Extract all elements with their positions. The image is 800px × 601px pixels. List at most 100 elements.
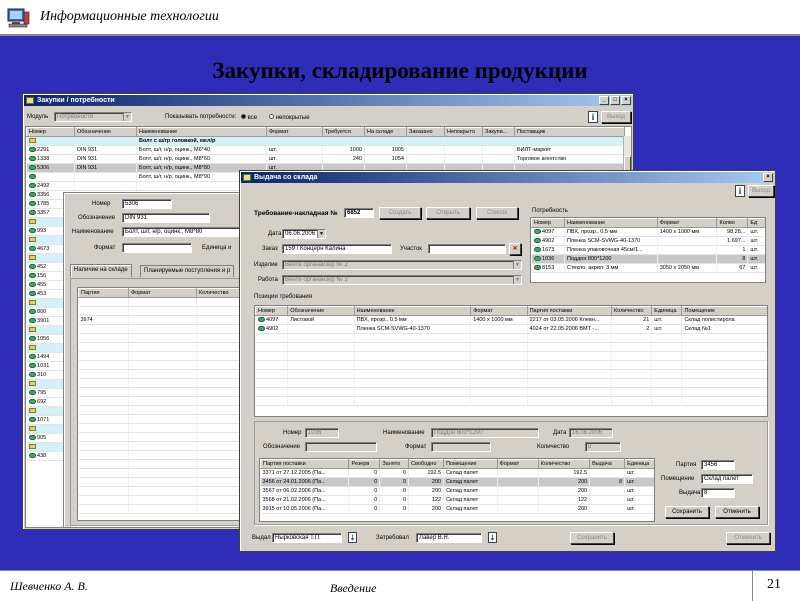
module-select[interactable]: Потребности ▼ — [54, 112, 132, 122]
cell-value: 2 — [646, 326, 650, 332]
chevron-down-icon[interactable]: ▼ — [123, 113, 131, 121]
cell-value: 3357 — [37, 210, 50, 216]
detail-number-field[interactable]: 5306 — [122, 199, 172, 209]
table-cell: 122 — [408, 495, 445, 505]
person-lookup-icon[interactable]: ⇣ — [488, 532, 497, 543]
requested-by-field[interactable]: Лавер В.Я. — [416, 533, 482, 543]
tab-planned[interactable]: Планируемые поступления и р — [140, 265, 235, 277]
table-row[interactable]: 2291 DIN 931 Болт, ш/г, н/р, оцинк., М6*40… — [26, 145, 625, 155]
detail-format-field[interactable] — [431, 442, 491, 452]
cancel-button[interactable]: Отменить — [715, 506, 759, 518]
column-header: Номер — [255, 306, 289, 316]
detail-date-field[interactable]: 16.06.2006 — [569, 428, 613, 438]
detail-designation-field[interactable]: DIN 931 — [122, 213, 210, 223]
table-cell: шт. — [624, 477, 654, 487]
save-button[interactable]: Сохранить — [665, 506, 709, 518]
issue-field[interactable]: 8 — [701, 488, 735, 498]
table-cell: шт. — [747, 245, 765, 255]
job-value: Венте органайзер № 2 — [285, 277, 348, 283]
item-icon — [28, 273, 36, 279]
table-cell: 8 — [589, 477, 626, 487]
table-row[interactable]: 8153 Стекло, акрил, 3 мм 3050 x 2050 мм 67 ш… — [531, 263, 765, 273]
issued-by-field[interactable]: Нырковская Т.П. — [272, 533, 342, 543]
item-icon — [28, 417, 36, 423]
detail-number-field[interactable]: 1036 — [305, 428, 339, 438]
table-row[interactable]: 3456 от 24.01.2006 (Па... 0 0 200 Склад пале… — [260, 477, 654, 487]
detail-name-field[interactable]: Болт, ш/г, н/р, оцинк., М8*80 — [122, 227, 242, 237]
batch-field[interactable]: 3456 — [701, 460, 735, 470]
table-row[interactable]: 4097 ПВХ, прозр., 0.5 мм 1400 x 1000 мм 98.… — [531, 227, 765, 237]
minimize-button[interactable]: _ — [599, 96, 609, 105]
table-cell: 0 — [379, 477, 410, 487]
table-row[interactable]: 3567 от 06.02.2006 (Па... 0 0 200 Склад пале… — [260, 486, 654, 496]
table-cell: шт. — [266, 154, 323, 164]
cell-value: 8 — [619, 479, 623, 485]
detail-designation-label: Обозначение — [78, 215, 116, 221]
cell-value: Пленка упаковочная 45см/1... — [566, 247, 643, 253]
radio-all[interactable]: все — [241, 114, 257, 121]
table-row[interactable]: 4902 Пленка SCM-SVWG-40-1370 1.697... шт. — [531, 236, 765, 246]
radio-uncovered[interactable]: непокрытые — [269, 114, 310, 121]
purchases-titlebar[interactable]: Закупки / потребности _ □ × — [24, 95, 632, 106]
table-cell: шт. — [624, 468, 654, 478]
date-field[interactable]: 06.06.2006 ▼ — [282, 229, 326, 239]
detail-format-field[interactable] — [122, 243, 192, 253]
cell-value: 21 — [643, 317, 650, 323]
list-button[interactable]: Список — [476, 207, 518, 219]
chevron-down-icon[interactable]: ▼ — [317, 230, 325, 238]
table-row[interactable]: 3371 от 27.12.2005 (Па... 0 0 192.5 Склад па… — [260, 468, 654, 478]
order-field[interactable]: 159 / Концерн Калина — [282, 244, 392, 254]
cell-value: 1785 — [37, 201, 50, 207]
area-field[interactable] — [428, 244, 506, 254]
need-table: Номер Наименование Формат Колво Ед 4097 ПВХ, … — [530, 217, 766, 283]
open-button[interactable]: Открыть — [426, 207, 470, 219]
column-header: Выдача — [589, 459, 626, 469]
detail-name-field[interactable]: Поддон 800*1200 — [431, 428, 539, 438]
group-name: Болт с ш/гр головкой, мел/р — [139, 138, 216, 144]
close-button[interactable]: × — [621, 96, 631, 105]
footer-save-button[interactable]: Сохранить — [570, 532, 614, 544]
table-row[interactable]: 4902 Пленка SCM-SVWG-40-1370 4024 от 22.05… — [255, 324, 767, 334]
tab-stock[interactable]: Наличие на складе — [70, 264, 132, 277]
job-select[interactable]: Венте органайзер № 2 ▼ — [282, 275, 522, 285]
footer-cancel-button[interactable]: Отменить — [726, 532, 770, 544]
table-row[interactable]: 1673 Пленка упаковочная 45см/1... 1 шт. — [531, 245, 765, 255]
cell-value: 8153 — [542, 265, 555, 271]
maximize-button[interactable]: □ — [610, 96, 620, 105]
warehouse-titlebar[interactable]: Выдача со склада × — [241, 172, 774, 183]
item-icon — [28, 390, 36, 396]
cell-value: шт. — [627, 506, 635, 512]
info-icon[interactable]: i — [588, 111, 598, 123]
folder-icon — [28, 219, 36, 225]
table-row[interactable]: 1036 Поддон 800*1200 8 шт. — [531, 254, 765, 264]
info-icon[interactable]: i — [735, 185, 745, 197]
table-cell — [74, 181, 137, 191]
group-row[interactable]: Болт с ш/гр головкой, мел/р — [26, 136, 625, 146]
cell-value: 200 — [431, 488, 442, 494]
table-cell: 2 — [611, 324, 653, 334]
table-cell: 200 — [408, 486, 445, 496]
table-row[interactable]: 1338 DIN 931 Болт, ш/г, н/р, оцинк., М8*60… — [26, 154, 625, 164]
column-header: Единица — [624, 459, 654, 469]
chevron-down-icon[interactable]: ▼ — [513, 276, 521, 284]
room-field[interactable]: Склад палет — [701, 474, 753, 484]
product-select[interactable]: Венте органайзер № 2 ▼ — [282, 260, 522, 270]
item-icon — [28, 363, 36, 369]
table-row[interactable]: 4097 Листовой ПВХ, прозр., 0.5 мм 1400 x 10… — [255, 315, 767, 325]
cell-value: 3974 — [80, 317, 93, 323]
cell-value: 8 — [742, 256, 746, 262]
slide-footer: Шевченко А. В. Введение 21 — [0, 570, 800, 601]
close-button[interactable]: × — [763, 173, 773, 182]
person-lookup-icon[interactable]: ⇣ — [348, 532, 357, 543]
detail-qty-field[interactable]: 8 — [585, 442, 621, 452]
cell-value: 0 — [403, 497, 407, 503]
clear-area-icon[interactable]: ✕ — [509, 243, 521, 255]
requisition-number[interactable]: 6852 — [344, 208, 374, 218]
table-row[interactable]: 3915 от 10.05.2006 (Па... 0 0 200 Склад пале… — [260, 504, 654, 514]
detail-designation-field[interactable] — [305, 442, 377, 452]
exit-button[interactable]: Выход — [748, 185, 774, 197]
exit-button[interactable]: Выход — [601, 111, 631, 123]
create-button[interactable]: Создать — [379, 207, 421, 219]
chevron-down-icon[interactable]: ▼ — [513, 261, 521, 269]
table-row[interactable]: 3568 от 21.02.2006 (Па... 0 0 122 Склад пале… — [260, 495, 654, 505]
